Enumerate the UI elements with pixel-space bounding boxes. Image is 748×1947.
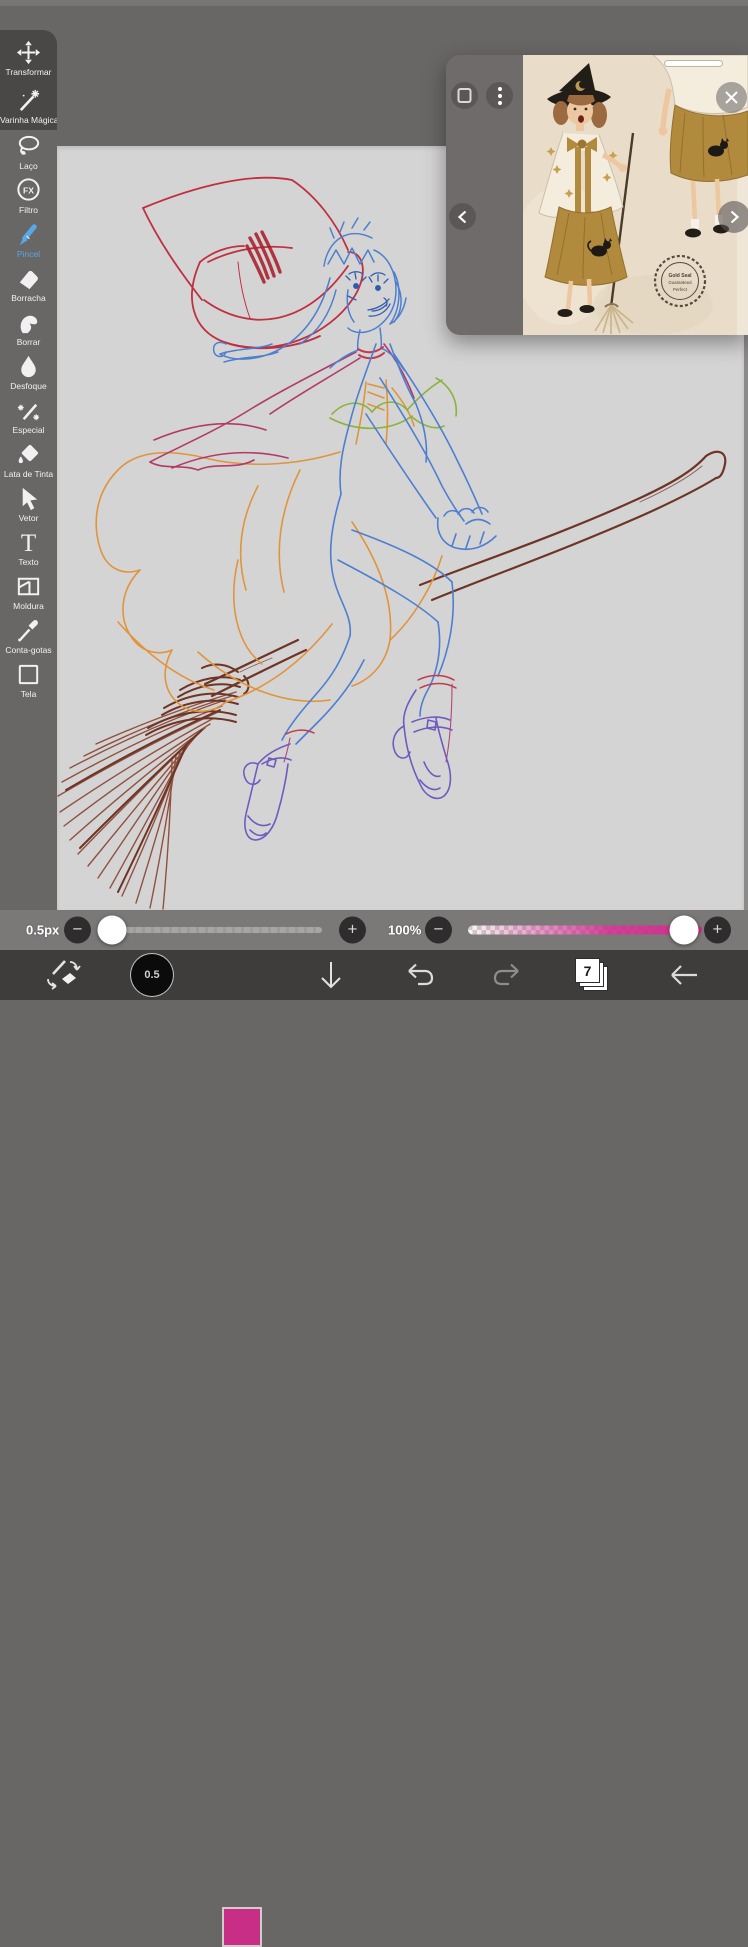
svg-text:Perfect: Perfect (673, 287, 688, 292)
selection-tools-card: Transformar Varinha Mágica (0, 30, 57, 130)
sidebar-item-pincel[interactable]: Pincel (0, 218, 57, 262)
opacity-increase-button[interactable]: + (704, 916, 731, 944)
swap-brush-eraser-icon[interactable] (43, 958, 81, 992)
opacity-knob[interactable] (669, 915, 699, 945)
more-menu-button[interactable] (486, 82, 513, 109)
blur-drop-icon (21, 355, 36, 378)
sidebar-item-lata-de-tinta[interactable]: Lata de Tinta (0, 438, 57, 482)
brush-settings-bar: 0.5px − + 100% − + (0, 910, 748, 950)
next-image-button[interactable] (718, 201, 748, 233)
smudge-icon (20, 315, 38, 334)
move-icon (16, 40, 41, 65)
sidebar-item-varinha-magica[interactable]: Varinha Mágica (0, 82, 57, 130)
brush-size-decrease-button[interactable]: − (64, 916, 91, 944)
chevron-right-icon (730, 210, 740, 224)
reference-panel[interactable]: Gold Seal Guaranteed Perfect (446, 55, 748, 335)
prev-image-button[interactable] (449, 203, 476, 230)
close-icon (725, 91, 738, 104)
svg-text:Gold Seal: Gold Seal (668, 273, 692, 279)
special-pen-icon (15, 397, 42, 424)
tool-sidebar: Transformar Varinha Mágica Laço FX Filtr… (0, 0, 57, 910)
sidebar-item-filtro[interactable]: FX Filtro (0, 174, 57, 218)
brush-size-preview[interactable]: 0.5 (130, 953, 174, 997)
frame-icon (15, 573, 42, 600)
brush-size-increase-button[interactable]: + (339, 916, 366, 944)
svg-text:Guaranteed: Guaranteed (668, 280, 692, 285)
opacity-slider[interactable] (468, 925, 702, 935)
vintage-pattern-illustration: Gold Seal Guaranteed Perfect (523, 55, 748, 335)
text-icon: T (21, 530, 36, 556)
arrow-left-icon[interactable] (667, 961, 701, 989)
sidebar-item-texto[interactable]: T Texto (0, 526, 57, 570)
sidebar-item-moldura[interactable]: Moldura (0, 570, 57, 614)
brush-size-slider[interactable] (100, 927, 322, 933)
drag-handle[interactable] (664, 60, 723, 67)
sidebar-item-label: Varinha Mágica (0, 116, 57, 125)
window-mode-button[interactable] (451, 82, 478, 109)
arrow-down-icon[interactable] (316, 959, 346, 991)
sidebar-item-vetor[interactable]: Vetor (0, 482, 57, 526)
sidebar-item-especial[interactable]: Especial (0, 394, 57, 438)
svg-text:FX: FX (23, 185, 34, 195)
brush-size-label: 0.5px (26, 922, 60, 938)
layer-count-badge: 7 (575, 958, 600, 983)
layers-button[interactable]: 7 (575, 958, 609, 992)
opacity-label: 100% (388, 922, 422, 938)
reference-image[interactable]: Gold Seal Guaranteed Perfect (523, 55, 748, 335)
bottom-action-bar: 0.5 7 (0, 950, 748, 1947)
vector-cursor-icon (22, 487, 38, 511)
sidebar-item-laco[interactable]: Laço (0, 130, 57, 174)
status-strip (0, 0, 748, 6)
sidebar-item-tela[interactable]: Tela (0, 658, 57, 702)
more-vertical-icon (497, 86, 502, 105)
sidebar-item-desfoque[interactable]: Desfoque (0, 350, 57, 394)
brush-size-knob[interactable] (97, 915, 127, 945)
sidebar-item-borracha[interactable]: Borracha (0, 262, 57, 306)
sidebar-item-borrar[interactable]: Borrar (0, 306, 57, 350)
current-color-swatch[interactable] (222, 1907, 262, 1947)
close-panel-button[interactable] (716, 82, 747, 113)
sidebar-item-label: Transformar (5, 68, 52, 77)
paint-bucket-icon (18, 445, 39, 464)
eraser-icon (19, 271, 38, 290)
sidebar-item-transformar[interactable]: Transformar (0, 34, 57, 82)
sidebar-item-conta-gotas[interactable]: Conta-gotas (0, 614, 57, 658)
undo-icon[interactable] (403, 960, 437, 990)
tools-list: Laço FX Filtro Pincel Borracha Borrar De… (0, 130, 57, 702)
opacity-decrease-button[interactable]: − (425, 916, 452, 944)
brush-icon (19, 221, 42, 246)
window-icon (457, 88, 472, 103)
lasso-icon (15, 133, 42, 155)
chevron-left-icon (457, 210, 466, 223)
canvas-icon (15, 661, 42, 688)
magic-wand-icon (15, 87, 42, 114)
redo-icon[interactable] (490, 960, 524, 990)
eyedropper-icon (18, 620, 38, 642)
svg-text:T: T (21, 530, 36, 556)
fx-icon: FX (15, 177, 42, 204)
